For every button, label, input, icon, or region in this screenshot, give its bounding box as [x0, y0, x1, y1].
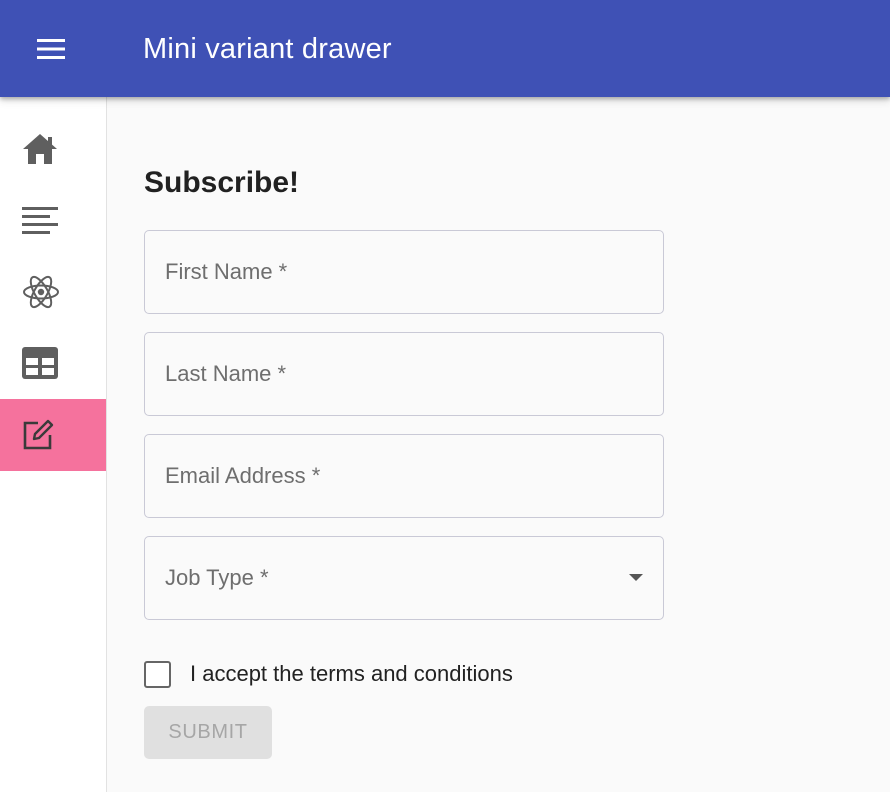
menu-button[interactable]	[30, 28, 72, 70]
email-label: Email Address *	[165, 463, 321, 488]
terms-checkbox[interactable]	[144, 660, 171, 688]
table-grid-icon	[22, 347, 58, 379]
first-name-label: First Name *	[165, 259, 288, 284]
terms-row: I accept the terms and conditions	[144, 657, 513, 691]
job-type-select[interactable]: Job Type *	[144, 536, 664, 620]
first-name-field[interactable]: First Name *	[144, 230, 664, 314]
main-content: Subscribe! First Name * Last Name * Emai…	[107, 97, 890, 792]
drawer-item-home[interactable]	[0, 113, 106, 185]
dropdown-arrow-icon	[629, 574, 643, 581]
edit-square-icon	[23, 419, 54, 450]
submit-button[interactable]: SUBMIT	[144, 706, 272, 759]
form-heading: Subscribe!	[144, 166, 300, 199]
text-lines-icon	[22, 207, 58, 234]
last-name-label: Last Name *	[165, 361, 287, 386]
page-title: Mini variant drawer	[143, 33, 392, 65]
app-bar: Mini variant drawer	[0, 0, 890, 97]
drawer-item-react[interactable]	[0, 256, 106, 328]
mini-drawer	[0, 97, 107, 792]
drawer-item-text[interactable]	[0, 184, 106, 256]
last-name-field[interactable]: Last Name *	[144, 332, 664, 416]
drawer-item-form[interactable]	[0, 399, 106, 471]
home-icon	[23, 134, 57, 164]
react-atom-icon	[23, 275, 59, 309]
email-field[interactable]: Email Address *	[144, 434, 664, 518]
drawer-item-table[interactable]	[0, 327, 106, 399]
terms-label[interactable]: I accept the terms and conditions	[190, 660, 513, 688]
job-type-label: Job Type *	[165, 565, 269, 590]
menu-icon	[37, 39, 65, 59]
